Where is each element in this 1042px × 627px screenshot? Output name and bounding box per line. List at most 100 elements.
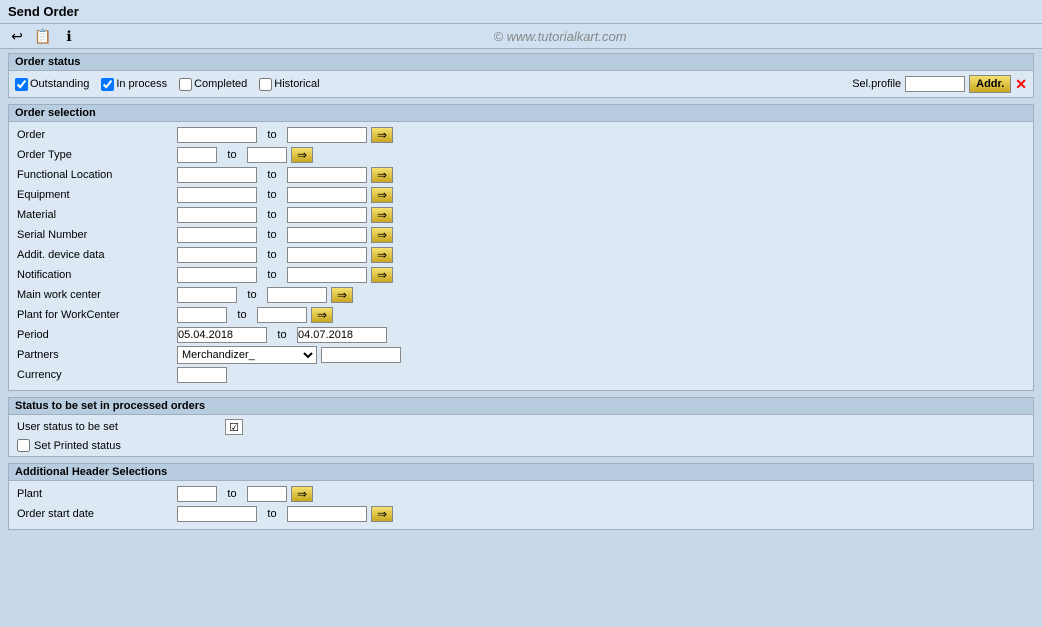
outstanding-checkbox[interactable] [15,78,28,91]
plant-wc-arrow-btn[interactable]: ⇒ [311,307,333,323]
partners-row: Partners Merchandizer_ [17,346,1025,364]
set-printed-checkbox[interactable] [17,439,30,452]
completed-checkbox[interactable] [179,78,192,91]
order-type-from-input[interactable] [177,147,217,163]
currency-label: Currency [17,369,177,381]
order-type-arrow-btn[interactable]: ⇒ [291,147,313,163]
order-status-row: Outstanding In process Completed Histori… [9,71,1033,97]
order-row: Order to ⇒ [17,126,1025,144]
addit-to-input[interactable] [287,247,367,263]
serial-number-label: Serial Number [17,229,177,241]
completed-label: Completed [194,78,247,90]
main-wc-to-input[interactable] [267,287,327,303]
title-bar: Send Order [0,0,1042,24]
additional-header-body: Plant to ⇒ Order start date to ⇒ [9,481,1033,529]
order-start-from-input[interactable] [177,506,257,522]
historical-label: Historical [274,78,319,90]
func-loc-from-input[interactable] [177,167,257,183]
outstanding-label: Outstanding [30,78,89,90]
period-to-input[interactable] [297,327,387,343]
order-start-to-input[interactable] [287,506,367,522]
plant-wc-to-input[interactable] [257,307,307,323]
order-arrow-btn[interactable]: ⇒ [371,127,393,143]
notification-arrow-btn[interactable]: ⇒ [371,267,393,283]
set-printed-label: Set Printed status [34,440,121,452]
plant-workcenter-label: Plant for WorkCenter [17,309,177,321]
back-icon[interactable]: ↩ [6,27,28,45]
order-start-date-label: Order start date [17,508,177,520]
in-process-checkbox[interactable] [101,78,114,91]
add-plant-label: Plant [17,488,177,500]
add-plant-to-input[interactable] [247,486,287,502]
period-from-input[interactable] [177,327,267,343]
material-to-input[interactable] [287,207,367,223]
sel-profile-group: Sel.profile Addr. ✕ [852,75,1027,93]
order-status-header: Order status [9,54,1033,71]
main-content: Order status Outstanding In process Comp… [0,49,1042,540]
currency-row: Currency [17,366,1025,384]
main-wc-from-input[interactable] [177,287,237,303]
addit-device-label: Addit. device data [17,249,177,261]
main-wc-arrow-btn[interactable]: ⇒ [331,287,353,303]
functional-location-label: Functional Location [17,169,177,181]
historical-checkbox[interactable] [259,78,272,91]
plant-wc-from-input[interactable] [177,307,227,323]
add-plant-arrow-btn[interactable]: ⇒ [291,486,313,502]
outstanding-checkbox-label[interactable]: Outstanding [15,78,89,91]
notification-from-input[interactable] [177,267,257,283]
notification-to-input[interactable] [287,267,367,283]
order-type-row: Order Type to ⇒ [17,146,1025,164]
partners-select[interactable]: Merchandizer_ [177,346,317,364]
main-work-center-label: Main work center [17,289,177,301]
addit-from-input[interactable] [177,247,257,263]
material-from-input[interactable] [177,207,257,223]
serial-arrow-btn[interactable]: ⇒ [371,227,393,243]
status-section: Status to be set in processed orders Use… [8,397,1034,457]
serial-from-input[interactable] [177,227,257,243]
addit-arrow-btn[interactable]: ⇒ [371,247,393,263]
material-arrow-btn[interactable]: ⇒ [371,207,393,223]
func-loc-arrow-btn[interactable]: ⇒ [371,167,393,183]
partners-input[interactable] [321,347,401,363]
order-selection-body: Order to ⇒ Order Type to ⇒ Functional Lo… [9,122,1033,390]
add-plant-from-input[interactable] [177,486,217,502]
currency-input[interactable] [177,367,227,383]
status-section-body: User status to be set ☑ Set Printed stat… [9,415,1033,456]
serial-to-input[interactable] [287,227,367,243]
additional-header-section: Additional Header Selections Plant to ⇒ … [8,463,1034,530]
func-loc-to-input[interactable] [287,167,367,183]
watermark: © www.tutorialkart.com [84,29,1036,44]
order-label: Order [17,129,177,141]
status-section-header: Status to be set in processed orders [9,398,1033,415]
order-to-input[interactable] [287,127,367,143]
period-row: Period to [17,326,1025,344]
sel-profile-label: Sel.profile [852,78,901,90]
material-label: Material [17,209,177,221]
equipment-to-input[interactable] [287,187,367,203]
serial-number-row: Serial Number to ⇒ [17,226,1025,244]
user-status-checkbox[interactable]: ☑ [225,419,243,435]
equipment-arrow-btn[interactable]: ⇒ [371,187,393,203]
clipboard-icon[interactable]: 📋 [32,27,54,45]
clear-icon[interactable]: ✕ [1015,76,1027,93]
plant-workcenter-row: Plant for WorkCenter to ⇒ [17,306,1025,324]
info-icon[interactable]: ℹ [58,27,80,45]
material-row: Material to ⇒ [17,206,1025,224]
historical-checkbox-label[interactable]: Historical [259,78,319,91]
order-from-input[interactable] [177,127,257,143]
equipment-from-input[interactable] [177,187,257,203]
equipment-label: Equipment [17,189,177,201]
order-selection-header: Order selection [9,105,1033,122]
sel-profile-input[interactable] [905,76,965,92]
addr-button[interactable]: Addr. [969,75,1011,93]
functional-location-row: Functional Location to ⇒ [17,166,1025,184]
notification-label: Notification [17,269,177,281]
order-start-arrow-btn[interactable]: ⇒ [371,506,393,522]
in-process-label: In process [116,78,167,90]
completed-checkbox-label[interactable]: Completed [179,78,247,91]
in-process-checkbox-label[interactable]: In process [101,78,167,91]
order-status-section: Order status Outstanding In process Comp… [8,53,1034,98]
page-title: Send Order [8,4,79,19]
add-plant-row: Plant to ⇒ [17,485,1025,503]
order-type-to-input[interactable] [247,147,287,163]
